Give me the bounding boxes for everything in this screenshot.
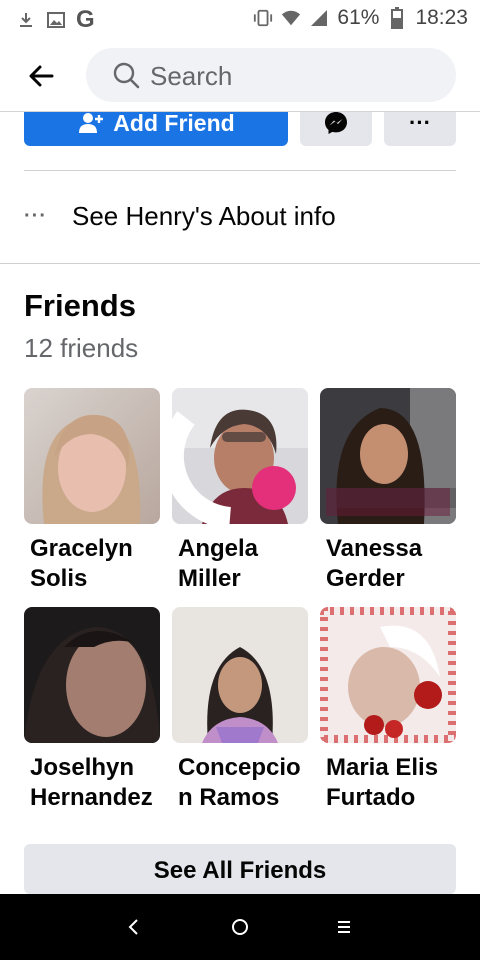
search-bar[interactable]: Search [86, 48, 456, 102]
add-friend-label: Add Friend [113, 112, 235, 136]
signal-icon [309, 8, 329, 28]
nav-back-button[interactable] [104, 908, 164, 946]
friend-photo[interactable] [320, 388, 456, 524]
status-right-icons: 61% 18:23 [253, 6, 468, 30]
messenger-icon [325, 112, 347, 134]
arrow-left-icon [29, 65, 54, 87]
nav-back-icon [128, 919, 138, 935]
message-button[interactable] [300, 112, 372, 146]
more-options-button[interactable]: ··· [384, 112, 456, 146]
status-bar: G 61% 18:23 [0, 0, 480, 38]
add-friend-button[interactable]: Add Friend [24, 112, 288, 146]
more-dots-icon: ··· [409, 112, 431, 135]
battery-percent: 61% [337, 6, 380, 29]
friend-photo[interactable] [24, 607, 160, 743]
friend-name[interactable]: Gracelyn Solis [24, 534, 164, 594]
back-button[interactable] [18, 58, 64, 94]
profile-actions: Add Friend ··· [0, 112, 480, 148]
friend-card[interactable]: Gracelyn Solis [24, 388, 160, 594]
friend-card[interactable]: Angela Miller [172, 388, 308, 594]
system-nav-bar [0, 894, 480, 960]
friend-photo[interactable] [320, 607, 456, 743]
nav-home-icon [232, 919, 248, 935]
friend-card[interactable]: Joselhyn Hernandez [24, 607, 160, 813]
friend-photo[interactable] [172, 388, 308, 524]
add-person-icon [79, 113, 104, 133]
friend-photo[interactable] [24, 388, 160, 524]
friend-name[interactable]: Vanessa Gerder [320, 534, 460, 594]
wifi-icon [281, 8, 301, 28]
status-left-icons: G [16, 6, 95, 34]
vibrate-icon [253, 8, 273, 28]
top-header: Search [0, 38, 480, 112]
search-placeholder: Search [150, 61, 233, 91]
friends-count: 12 friends [24, 333, 139, 363]
friend-photo[interactable] [172, 607, 308, 743]
ellipsis-icon: ··· [24, 204, 47, 227]
see-about-info-row[interactable]: ··· See Henry's About info [24, 186, 456, 246]
friend-card[interactable]: Maria Elis Furtado [320, 607, 456, 813]
see-all-friends-button[interactable]: See All Friends [24, 844, 456, 894]
clock: 18:23 [415, 6, 468, 29]
friend-name[interactable]: Joselhyn Hernandez [24, 753, 164, 813]
friend-name[interactable]: Maria Elis Furtado [320, 753, 460, 813]
nav-recents-button[interactable] [314, 908, 374, 946]
section-divider [0, 263, 480, 264]
friend-name[interactable]: Concepcio n Ramos [172, 753, 312, 813]
image-icon [46, 10, 66, 30]
friend-name[interactable]: Angela Miller [172, 534, 312, 594]
friend-card[interactable]: Concepcio n Ramos [172, 607, 308, 813]
see-all-friends-label: See All Friends [153, 857, 327, 884]
search-icon [113, 62, 140, 89]
friend-card[interactable]: Vanessa Gerder [320, 388, 456, 594]
friends-heading: Friends [24, 288, 136, 323]
google-icon: G [76, 6, 95, 33]
download-icon [16, 10, 36, 30]
divider [24, 170, 456, 171]
battery-icon [387, 7, 407, 29]
nav-recents-icon [338, 921, 350, 933]
nav-home-button[interactable] [210, 908, 270, 946]
see-about-info-label: See Henry's About info [72, 200, 336, 231]
